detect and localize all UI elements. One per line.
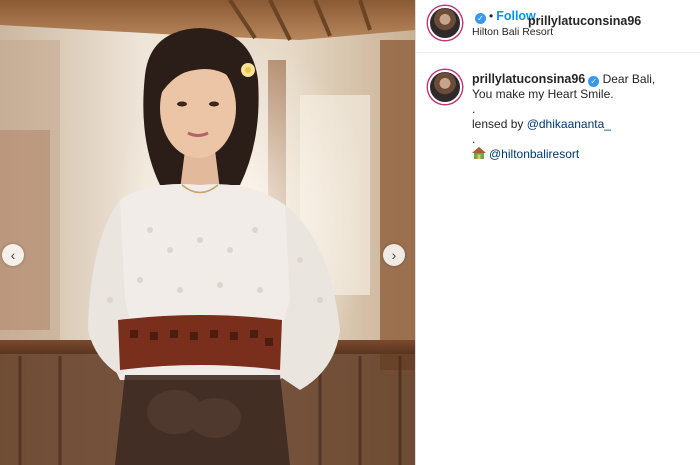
verified-badge-icon: ✓ [475, 13, 486, 24]
caption-line-1: Dear Bali, [602, 72, 656, 86]
caption-dot-2: . [472, 132, 476, 146]
avatar[interactable] [428, 6, 462, 40]
caption-avatar[interactable] [428, 70, 462, 104]
photographer-mention-link[interactable]: @dhikaananta_ [527, 117, 611, 131]
carousel-next-button[interactable]: › [383, 244, 405, 266]
verified-badge-icon: ✓ [588, 76, 600, 87]
header-meta: prillylatuconsina96 ✓ • Follow [472, 7, 641, 28]
carousel-prev-button[interactable]: ‹ [2, 244, 24, 266]
caption-username[interactable]: prillylatuconsina96 [472, 72, 585, 86]
caption-line-2: You make my Heart Smile. [472, 87, 614, 101]
separator-dot: • [489, 9, 494, 23]
post-side-panel: prillylatuconsina96 ✓ • Follow Hilton Bali … [416, 0, 700, 465]
caption-dot-1: . [472, 102, 476, 116]
post-header: prillylatuconsina96 ✓ • Follow Hilton Bali … [416, 0, 700, 53]
post-photo[interactable]: ‹ › [0, 0, 415, 465]
caption-text: prillylatuconsina96 ✓ Dear Bali, You make… [472, 72, 692, 162]
chevron-right-icon: › [391, 247, 397, 263]
photo-illustration [0, 0, 415, 465]
location-link[interactable]: Hilton Bali Resort [472, 26, 553, 38]
chevron-left-icon: ‹ [10, 247, 16, 263]
resort-mention-link[interactable]: @hiltonbaliresort [489, 147, 579, 161]
lensed-prefix: lensed by [472, 117, 527, 131]
house-icon [472, 147, 486, 159]
